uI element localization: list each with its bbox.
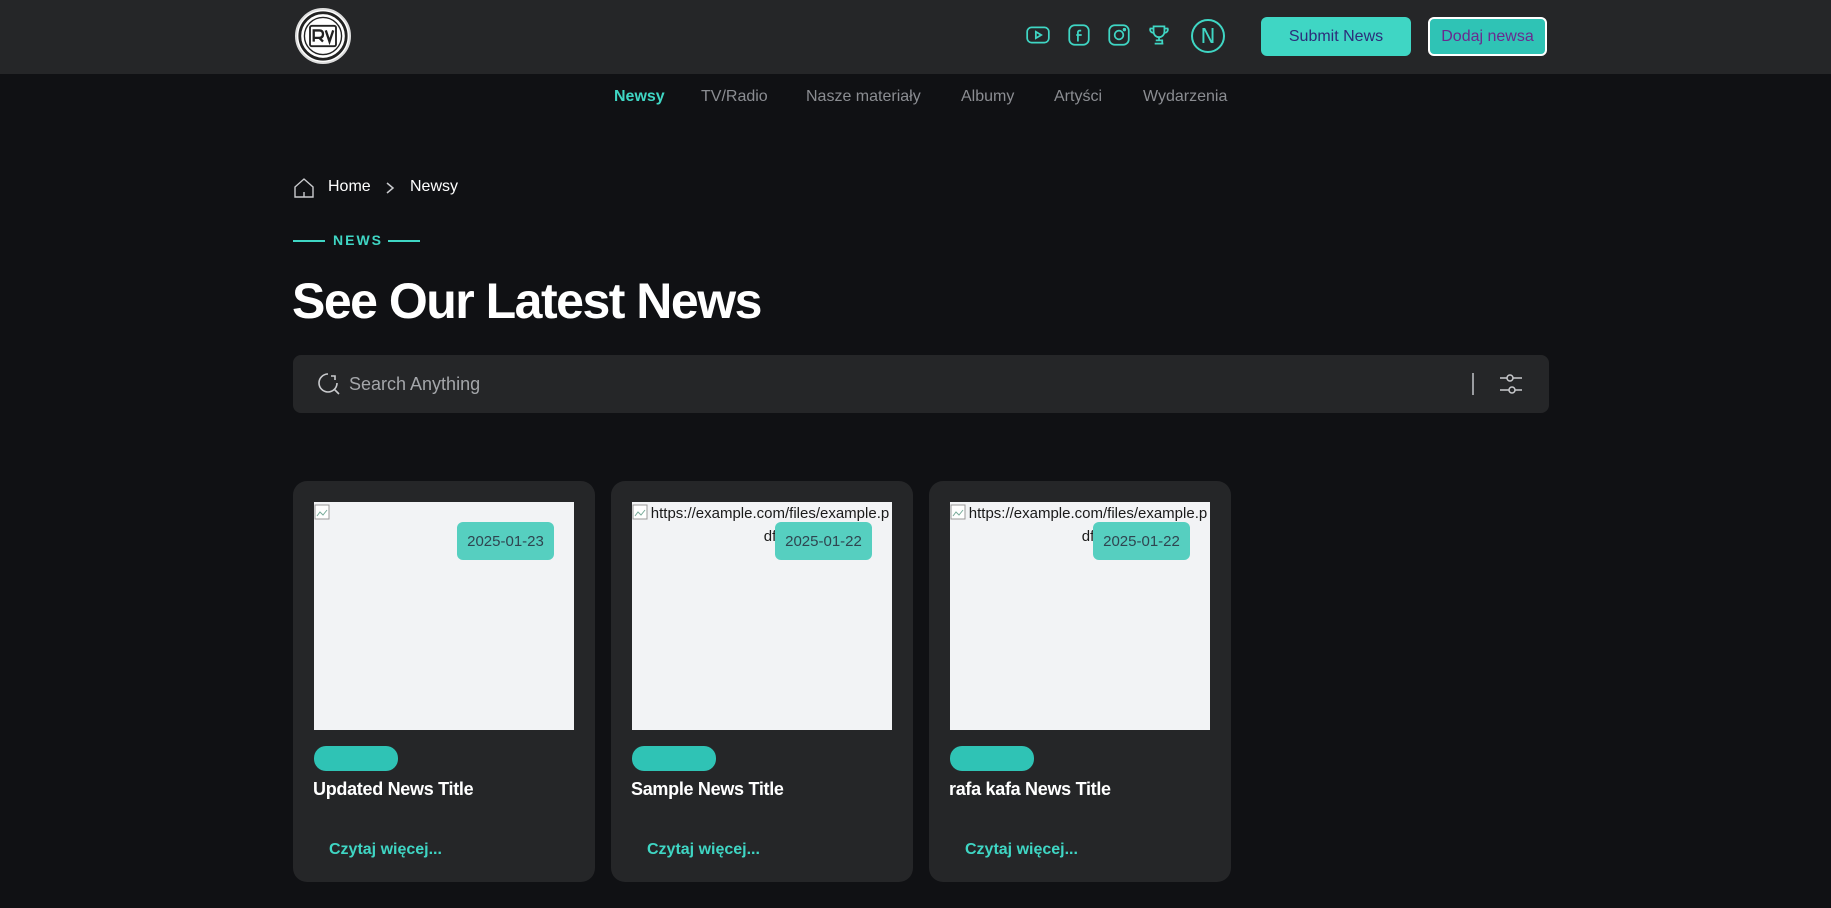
instagram-icon[interactable] — [1104, 20, 1134, 50]
news-card-image[interactable]: https://example.com/files/example.pdf 20… — [950, 502, 1210, 730]
news-card[interactable]: https://example.com/files/example.pdf 20… — [929, 481, 1231, 882]
profile-initial: N — [1200, 24, 1216, 48]
breadcrumb-home[interactable]: Home — [328, 178, 371, 196]
section-label: NEWS — [333, 232, 383, 248]
nav-item-albumy[interactable]: Albumy — [961, 88, 1014, 106]
section-label-line-right — [388, 240, 420, 242]
nav-item-newsy[interactable]: Newsy — [614, 88, 665, 106]
add-news-button[interactable]: Dodaj newsa — [1428, 17, 1547, 56]
facebook-icon[interactable] — [1064, 20, 1094, 50]
trophy-icon[interactable] — [1144, 20, 1174, 50]
date-badge: 2025-01-23 — [457, 522, 554, 560]
read-more-link[interactable]: Czytaj więcej... — [965, 841, 1078, 859]
news-card-title[interactable]: Updated News Title — [313, 779, 474, 800]
nav-item-wydarzenia[interactable]: Wydarzenia — [1143, 88, 1227, 106]
profile-avatar[interactable]: N — [1191, 19, 1225, 53]
date-badge: 2025-01-22 — [1093, 522, 1190, 560]
date-badge: 2025-01-22 — [775, 522, 872, 560]
category-tag[interactable] — [632, 746, 716, 771]
search-icon — [318, 373, 340, 395]
read-more-link[interactable]: Czytaj więcej... — [647, 841, 760, 859]
nav-item-artysci[interactable]: Artyści — [1054, 88, 1102, 106]
news-card-image[interactable]: 2025-01-23 — [314, 502, 574, 730]
news-card-title[interactable]: rafa kafa News Title — [949, 779, 1111, 800]
submit-news-button[interactable]: Submit News — [1261, 17, 1411, 56]
breadcrumb-current: Newsy — [410, 178, 459, 195]
youtube-icon[interactable] — [1023, 20, 1053, 50]
nav-item-tv-radio[interactable]: TV/Radio — [701, 88, 768, 106]
chevron-right-icon — [386, 182, 395, 194]
section-label-line-left — [293, 240, 325, 242]
category-tag[interactable] — [314, 746, 398, 771]
search-input[interactable] — [349, 369, 1449, 399]
read-more-link[interactable]: Czytaj więcej... — [329, 841, 442, 859]
filter-sliders-icon[interactable] — [1498, 371, 1524, 397]
logo-emblem-icon — [298, 11, 348, 61]
broken-image-icon — [950, 504, 966, 520]
nav-item-nasze-materialy[interactable]: Nasze materiały — [806, 88, 921, 106]
home-icon[interactable] — [292, 176, 316, 200]
search-divider — [1472, 373, 1474, 395]
news-card-image[interactable]: https://example.com/files/example.pdf 20… — [632, 502, 892, 730]
main-nav: Newsy TV/Radio Nasze materiały Albumy Ar… — [0, 88, 1831, 114]
broken-image-icon — [314, 504, 330, 520]
news-card[interactable]: https://example.com/files/example.pdf 20… — [611, 481, 913, 882]
broken-image-icon — [632, 504, 648, 520]
news-card-title[interactable]: Sample News Title — [631, 779, 784, 800]
site-logo[interactable] — [295, 8, 351, 64]
page-title: See Our Latest News — [292, 273, 762, 329]
top-header: N Submit News Dodaj newsa — [0, 0, 1831, 74]
category-tag[interactable] — [950, 746, 1034, 771]
news-card[interactable]: 2025-01-23 Updated News Title Czytaj wię… — [293, 481, 595, 882]
search-bar — [293, 355, 1549, 413]
